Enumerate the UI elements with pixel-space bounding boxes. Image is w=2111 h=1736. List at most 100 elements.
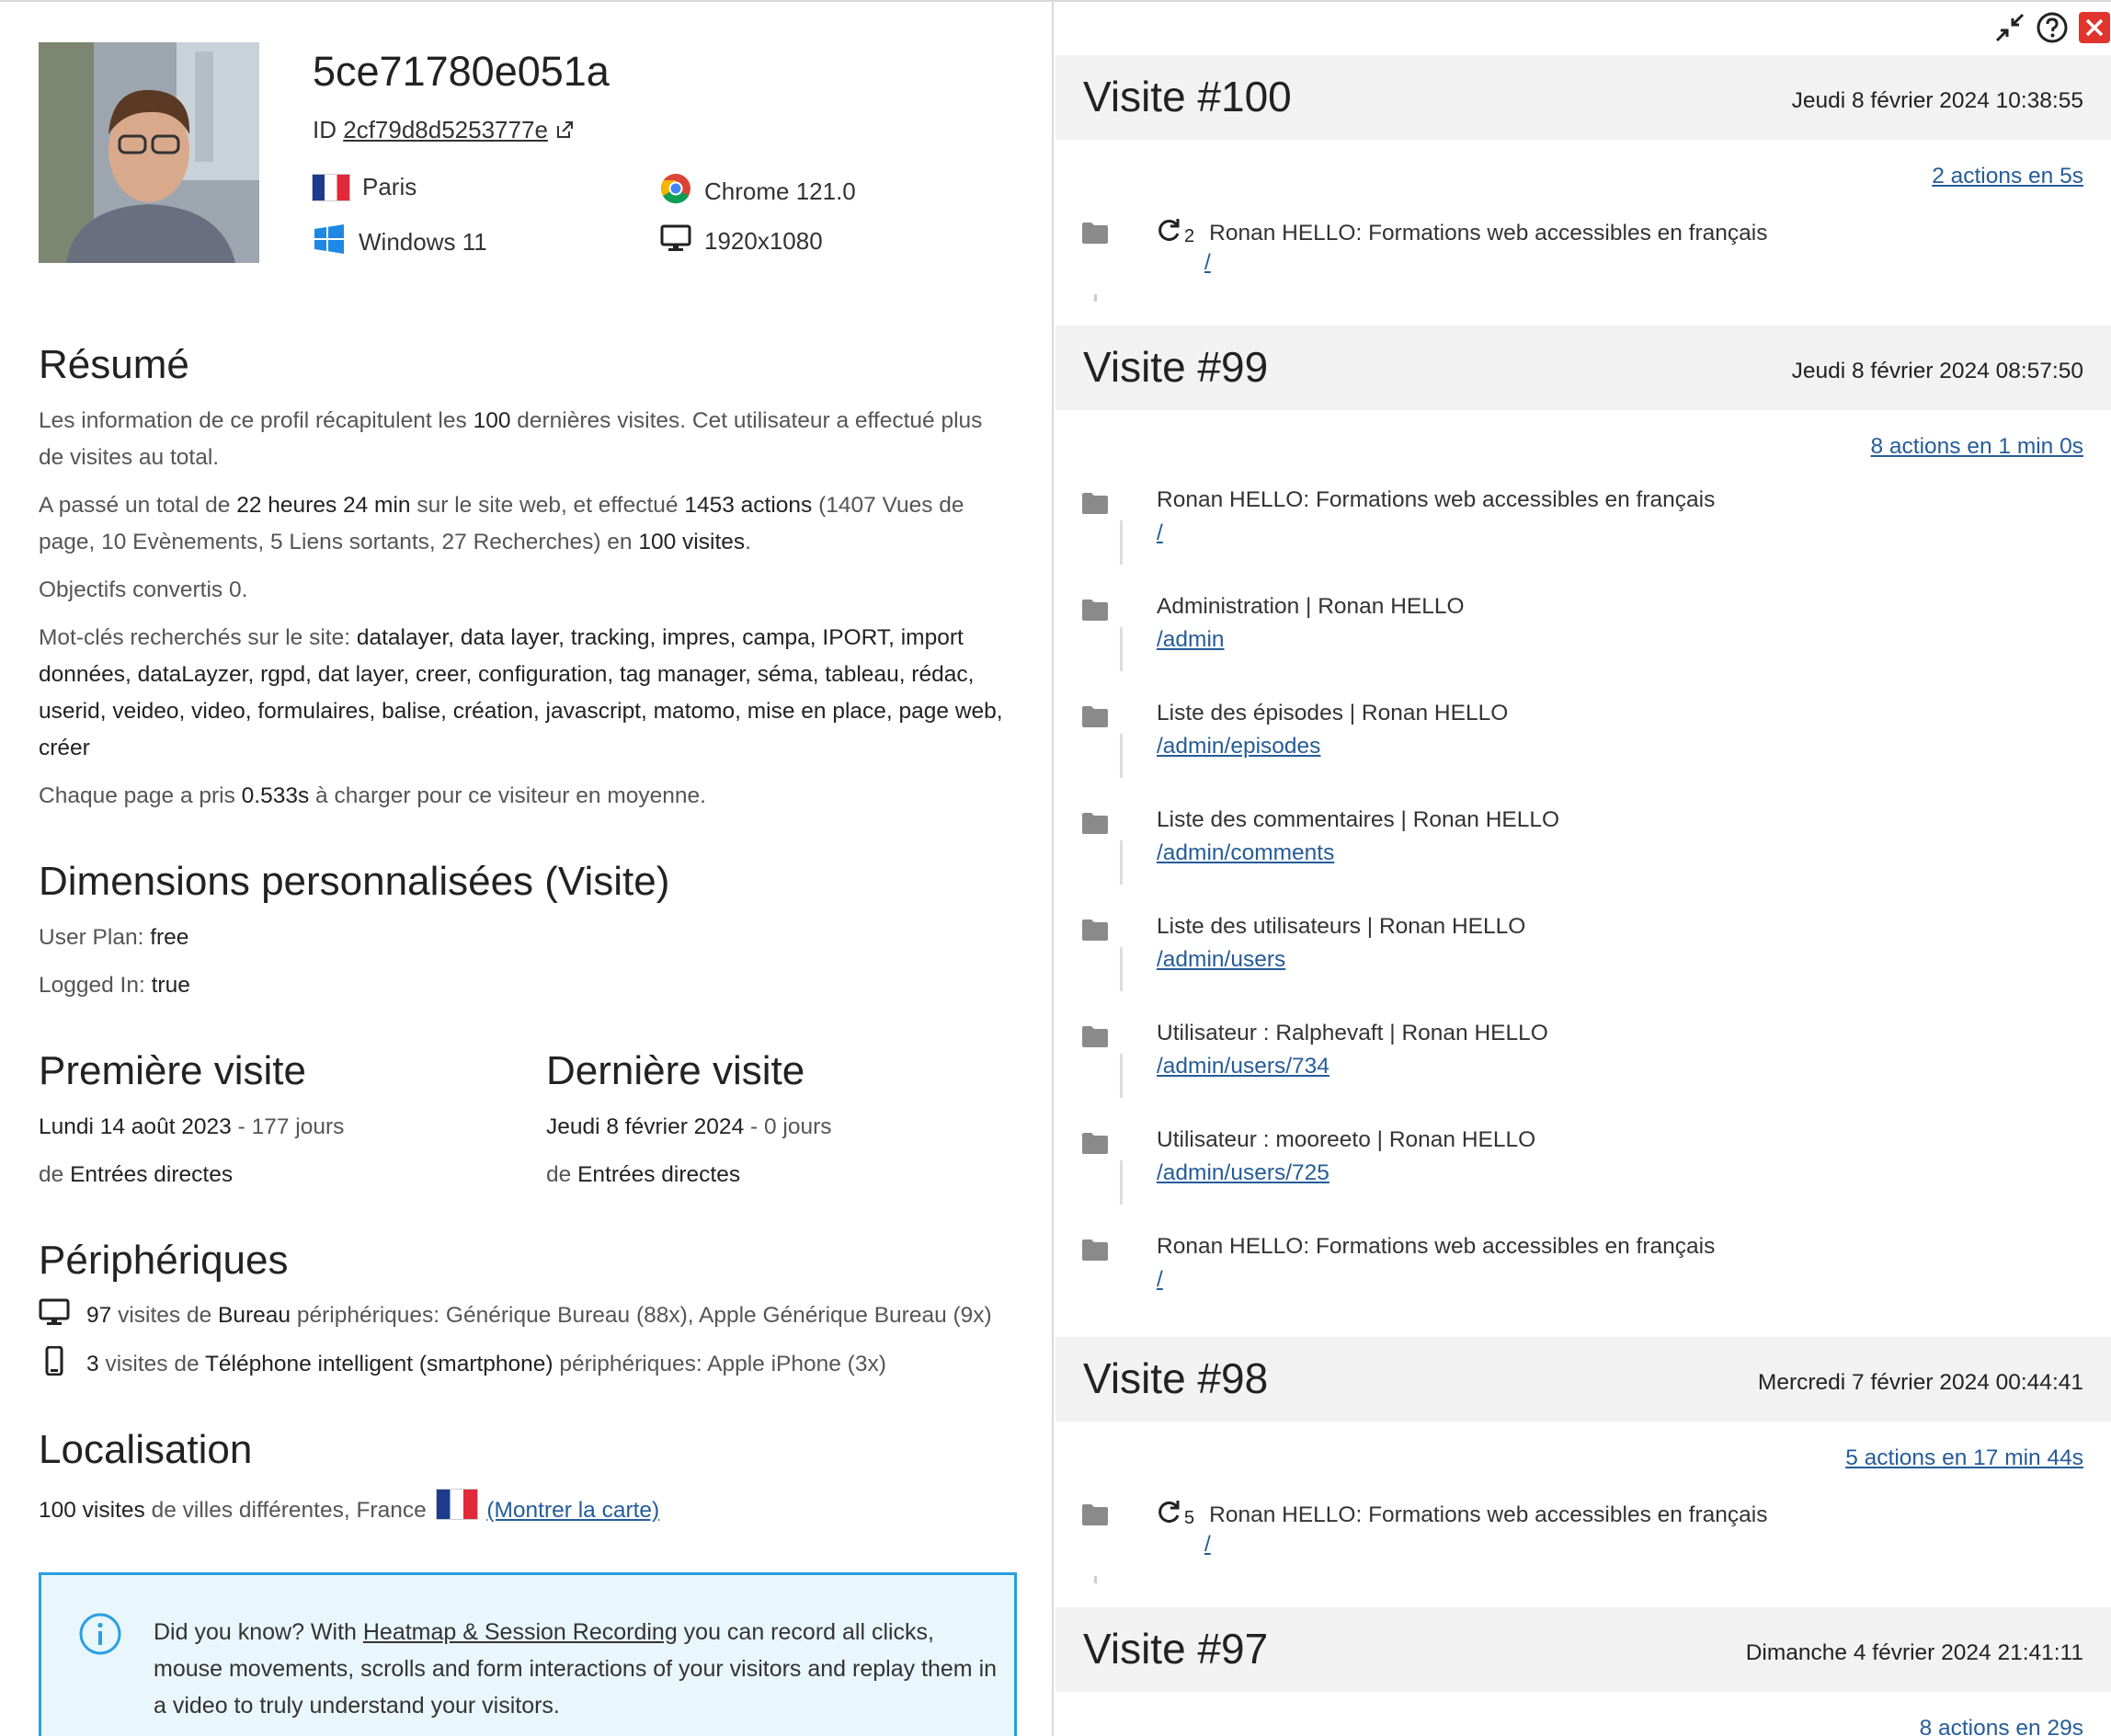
info-icon <box>78 1612 122 1661</box>
action-url[interactable]: / <box>1157 520 1163 546</box>
location-heading: Localisation <box>39 1427 253 1472</box>
repeat-indicator: 5 Ronan HELLO: Formations web accessible… <box>1157 1499 1767 1531</box>
close-icon[interactable] <box>2078 11 2111 49</box>
visit-date: Mercredi 7 février 2024 00:44:41 <box>1757 1370 2083 1395</box>
visit-action-item: Utilisateur : Ralphevaft | Ronan HELLO /… <box>1081 1021 2093 1113</box>
resolution-label: 1920x1080 <box>704 227 823 255</box>
action-title: Utilisateur : Ralphevaft | Ronan HELLO <box>1157 1021 1548 1045</box>
visitor-id-link[interactable]: 2cf79d8d5253777e <box>343 116 548 143</box>
visit-action-item: 5 Ronan HELLO: Formations web accessible… <box>1081 1499 2093 1591</box>
timeline-line <box>1120 520 1123 565</box>
folder-icon <box>1081 811 1109 839</box>
action-title: Liste des commentaires | Ronan HELLO <box>1157 807 1560 832</box>
logged-in-row: Logged In: true <box>39 973 190 998</box>
external-link-icon[interactable] <box>554 116 575 143</box>
notice-text: Did you know? With Heatmap & Session Rec… <box>154 1619 998 1719</box>
action-url[interactable]: / <box>1204 250 1211 276</box>
timeline-end-marker <box>1094 1576 1097 1583</box>
device-desktop-row: 97 visites de Bureau périphériques: Géné… <box>39 1298 992 1332</box>
folder-icon <box>1081 1238 1109 1266</box>
last-visit-heading: Dernière visite <box>546 1048 805 1093</box>
visit-action-item: Ronan HELLO: Formations web accessibles … <box>1081 1234 2093 1326</box>
repeat-indicator: 2 Ronan HELLO: Formations web accessible… <box>1157 217 1767 249</box>
repeat-count: 5 <box>1184 1508 1195 1528</box>
last-visit-date: Jeudi 8 février 2024 - 0 jours <box>546 1114 832 1139</box>
visit-action-item: Utilisateur : mooreeto | Ronan HELLO /ad… <box>1081 1127 2093 1219</box>
help-icon[interactable] <box>2036 11 2069 49</box>
action-url[interactable]: /admin/users/725 <box>1157 1160 1329 1186</box>
visit-actions-summary[interactable]: 2 actions en 5s <box>1932 164 2083 189</box>
browser-label: Chrome 121.0 <box>704 177 856 205</box>
folder-icon <box>1081 491 1109 520</box>
summary-heading: Résumé <box>39 342 189 387</box>
visit-action-item: Liste des utilisateurs | Ronan HELLO /ad… <box>1081 914 2093 1006</box>
visit-date: Dimanche 4 février 2024 21:41:11 <box>1745 1640 2083 1665</box>
visit-title: Visite #99 <box>1083 343 1269 391</box>
refresh-icon <box>1157 217 1182 249</box>
action-title: Liste des utilisateurs | Ronan HELLO <box>1157 914 1526 939</box>
visit-action-item: 2 Ronan HELLO: Formations web accessible… <box>1081 217 2093 309</box>
folder-icon <box>1081 918 1109 946</box>
visit-title: Visite #100 <box>1083 73 1292 120</box>
visit-title: Visite #98 <box>1083 1354 1269 1402</box>
visit-action-item: Ronan HELLO: Formations web accessibles … <box>1081 487 2093 579</box>
timeline-end-marker <box>1094 294 1097 302</box>
visit-date: Jeudi 8 février 2024 10:38:55 <box>1791 88 2083 113</box>
action-url[interactable]: /admin <box>1157 627 1225 653</box>
visit-title: Visite #97 <box>1083 1625 1269 1673</box>
action-url[interactable]: / <box>1204 1532 1211 1558</box>
folder-icon <box>1081 1024 1109 1053</box>
folder-icon <box>1081 704 1109 733</box>
heatmap-notice: Did you know? With Heatmap & Session Rec… <box>39 1572 1017 1736</box>
visit-header[interactable]: Visite #98 Mercredi 7 février 2024 00:44… <box>1056 1337 2111 1422</box>
summary-time-actions-text: A passé un total de 22 heures 24 min sur… <box>39 493 964 554</box>
monitor-icon <box>39 1298 70 1332</box>
repeat-count: 2 <box>1184 226 1195 246</box>
visit-header[interactable]: Visite #99 Jeudi 8 février 2024 08:57:50 <box>1056 326 2111 410</box>
visitor-id-line: ID 2cf79d8d5253777e <box>313 116 575 144</box>
user-plan-row: User Plan: free <box>39 925 189 950</box>
chrome-icon <box>660 173 691 211</box>
heatmap-link[interactable]: Heatmap & Session Recording <box>363 1619 678 1645</box>
timeline-line <box>1120 734 1123 778</box>
monitor-icon <box>660 224 691 258</box>
action-title: Ronan HELLO: Formations web accessibles … <box>1157 1234 1716 1259</box>
action-title: Liste des épisodes | Ronan HELLO <box>1157 701 1509 725</box>
france-flag-icon <box>436 1490 477 1519</box>
dimensions-heading: Dimensions personnalisées (Visite) <box>39 859 670 904</box>
visit-action-item: Liste des commentaires | Ronan HELLO /ad… <box>1081 807 2093 899</box>
timeline-line <box>1120 1054 1123 1098</box>
first-visit-heading: Première visite <box>39 1048 306 1093</box>
action-url[interactable]: / <box>1157 1267 1163 1293</box>
visit-actions-summary[interactable]: 8 actions en 29s <box>1920 1716 2083 1736</box>
id-label: ID <box>313 116 337 143</box>
visit-action-item: Liste des épisodes | Ronan HELLO /admin/… <box>1081 701 2093 793</box>
show-map-link[interactable]: (Montrer la carte) <box>486 1498 659 1523</box>
summary-keywords-text: Mot-clés recherchés sur le site: datalay… <box>39 625 1003 760</box>
visit-actions-summary[interactable]: 8 actions en 1 min 0s <box>1870 434 2083 460</box>
visitor-resolution: 1920x1080 <box>660 224 823 258</box>
windows-icon <box>313 224 346 260</box>
visitor-browser: Chrome 121.0 <box>660 173 856 211</box>
os-label: Windows 11 <box>359 228 487 256</box>
visit-date: Jeudi 8 février 2024 08:57:50 <box>1791 359 2083 383</box>
visit-header[interactable]: Visite #100 Jeudi 8 février 2024 10:38:5… <box>1056 55 2111 140</box>
visitor-os: Windows 11 <box>313 224 487 260</box>
action-url[interactable]: /admin/episodes <box>1157 734 1320 760</box>
action-url[interactable]: /admin/users/734 <box>1157 1054 1329 1079</box>
timeline-line <box>1120 947 1123 991</box>
folder-icon <box>1081 1131 1109 1159</box>
action-title: Ronan HELLO: Formations web accessibles … <box>1209 220 1768 246</box>
device-smartphone-row: 3 visites de Téléphone intelligent (smar… <box>39 1345 886 1382</box>
visit-header[interactable]: Visite #97 Dimanche 4 février 2024 21:41… <box>1056 1607 2111 1692</box>
visit-actions-summary[interactable]: 5 actions en 17 min 44s <box>1845 1445 2083 1471</box>
folder-icon <box>1081 221 1109 249</box>
first-visit-date: Lundi 14 août 2023 - 177 jours <box>39 1114 345 1139</box>
summary-visits-text: Les information de ce profil récapitulen… <box>39 408 983 470</box>
visits-log-panel: Visite #100 Jeudi 8 février 2024 10:38:5… <box>1056 2 2111 1736</box>
action-url[interactable]: /admin/comments <box>1157 840 1334 866</box>
minimize-icon[interactable] <box>1993 11 2026 49</box>
timeline-line <box>1120 1160 1123 1205</box>
summary-goals-text: Objectifs convertis 0. <box>39 577 248 602</box>
action-url[interactable]: /admin/users <box>1157 947 1285 973</box>
